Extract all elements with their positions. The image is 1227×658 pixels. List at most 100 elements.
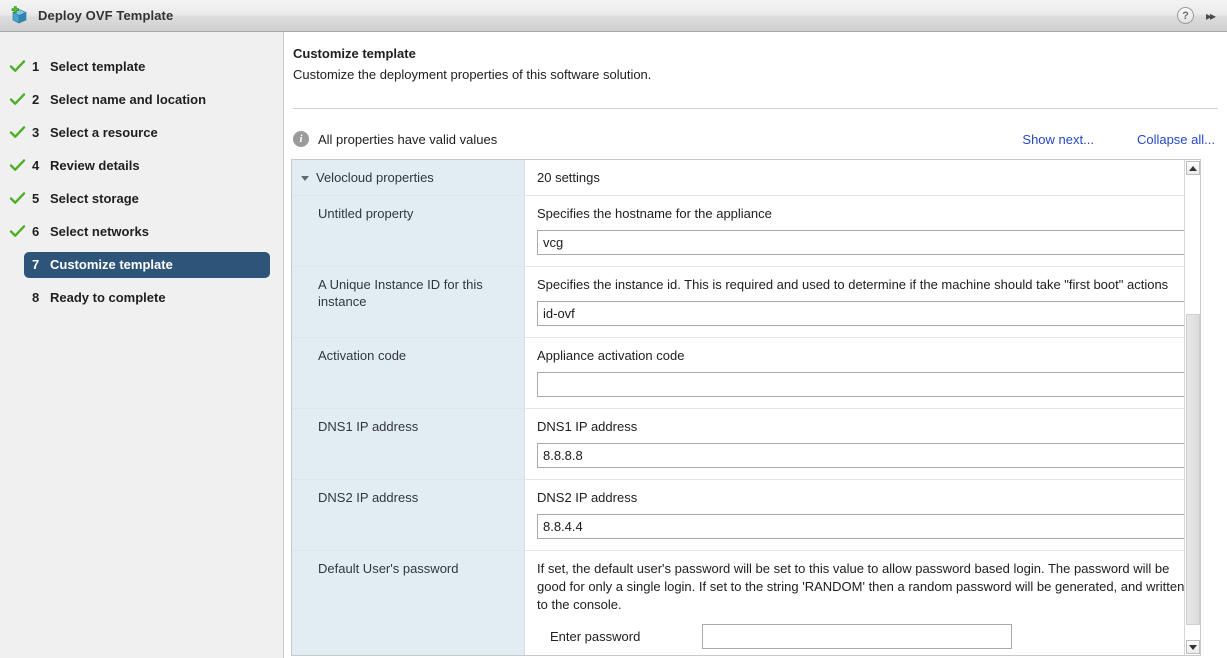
property-group-row: Velocloud properties 20 settings xyxy=(292,160,1200,196)
deploy-ovf-template-window: Deploy OVF Template ? ▸▸ 1 Select templat… xyxy=(0,0,1227,658)
sidebar-step-5[interactable]: 5 Select storage xyxy=(0,182,283,215)
property-description: DNS2 IP address xyxy=(537,489,1188,507)
property-name: Untitled property xyxy=(318,206,413,221)
check-icon xyxy=(9,223,26,240)
page-subtitle: Customize the deployment properties of t… xyxy=(293,67,1227,82)
collapse-all-link[interactable]: Collapse all... xyxy=(1137,132,1215,147)
sidebar-step-number: 7 xyxy=(32,257,46,272)
property-value-cell: Specifies the hostname for the appliance xyxy=(525,196,1200,266)
sidebar-step-number: 5 xyxy=(32,191,46,206)
property-value-input[interactable] xyxy=(537,443,1188,468)
property-value-input[interactable] xyxy=(537,230,1188,255)
show-next-link[interactable]: Show next... xyxy=(1022,132,1094,147)
sidebar-step-number: 2 xyxy=(32,92,46,107)
check-icon xyxy=(9,58,26,75)
status-message: All properties have valid values xyxy=(318,132,497,147)
sidebar-step-pill[interactable]: 3 Select a resource xyxy=(24,120,270,146)
main-panel: Customize template Customize the deploym… xyxy=(285,32,1227,658)
title-bar: Deploy OVF Template ? ▸▸ xyxy=(0,0,1227,32)
sidebar-step-pill[interactable]: 2 Select name and location xyxy=(24,87,270,113)
sidebar-step-3[interactable]: 3 Select a resource xyxy=(0,116,283,149)
property-value-input[interactable] xyxy=(537,514,1188,539)
sidebar-step-8[interactable]: 8Ready to complete xyxy=(0,281,283,314)
property-name: Default User's password xyxy=(318,561,458,576)
panel-header: Customize template Customize the deploym… xyxy=(285,32,1227,82)
chevron-down-icon xyxy=(1189,645,1197,650)
property-group-count-cell: 20 settings xyxy=(525,160,1200,195)
password-field-label: Enter password xyxy=(550,629,702,644)
ovf-cube-icon xyxy=(9,5,31,27)
property-name-cell: Default User's password xyxy=(292,551,525,656)
property-row: Activation code Appliance activation code xyxy=(292,338,1200,409)
sidebar-step-pill[interactable]: 6 Select networks xyxy=(24,219,270,245)
sidebar-step-pill[interactable]: 8Ready to complete xyxy=(24,285,270,311)
sidebar-step-2[interactable]: 2 Select name and location xyxy=(0,83,283,116)
property-value-cell: Appliance activation code xyxy=(525,338,1200,408)
sidebar-step-pill[interactable]: 5 Select storage xyxy=(24,186,270,212)
sidebar-step-label: Review details xyxy=(50,158,140,173)
sidebar-step-1[interactable]: 1 Select template xyxy=(0,50,283,83)
property-name: A Unique Instance ID for this instance xyxy=(318,277,483,309)
info-icon: i xyxy=(293,131,309,147)
property-group-name: Velocloud properties xyxy=(316,169,434,186)
page-title: Customize template xyxy=(293,46,1227,61)
property-row: DNS1 IP address DNS1 IP address xyxy=(292,409,1200,480)
property-description: Specifies the instance id. This is requi… xyxy=(537,276,1188,294)
help-icon[interactable]: ? xyxy=(1177,7,1194,24)
property-name-cell: Untitled property xyxy=(292,196,525,266)
property-value-cell: DNS2 IP address xyxy=(525,480,1200,550)
property-name-cell: A Unique Instance ID for this instance xyxy=(292,267,525,337)
scroll-down-button[interactable] xyxy=(1186,640,1200,654)
chevron-down-icon[interactable] xyxy=(301,176,309,181)
check-icon xyxy=(9,190,26,207)
sidebar-step-label: Select networks xyxy=(50,224,149,239)
title-bar-controls: ? ▸▸ xyxy=(1177,7,1217,24)
property-value-cell: If set, the default user's password will… xyxy=(525,551,1200,656)
properties-table: Velocloud properties 20 settings Untitled … xyxy=(291,159,1201,656)
property-description: Specifies the hostname for the appliance xyxy=(537,205,1188,223)
password-input[interactable] xyxy=(702,624,1012,649)
sidebar-step-number: 4 xyxy=(32,158,46,173)
properties-scrollbar[interactable] xyxy=(1184,160,1200,655)
sidebar-step-pill[interactable]: 7 Customize template xyxy=(24,252,270,278)
property-value-cell: DNS1 IP address xyxy=(525,409,1200,479)
sidebar-step-number: 8 xyxy=(32,290,46,305)
sidebar-step-6[interactable]: 6 Select networks xyxy=(0,215,283,248)
scroll-up-button[interactable] xyxy=(1186,161,1200,175)
property-name-cell: DNS1 IP address xyxy=(292,409,525,479)
sidebar-step-label: Select name and location xyxy=(50,92,206,107)
property-description: DNS1 IP address xyxy=(537,418,1188,436)
property-value-cell: Specifies the instance id. This is requi… xyxy=(525,267,1200,337)
sidebar-step-label: Select a resource xyxy=(50,125,158,140)
property-row: Untitled property Specifies the hostname … xyxy=(292,196,1200,267)
expand-collapse-icon[interactable]: ▸▸ xyxy=(1206,9,1217,23)
check-icon xyxy=(9,124,26,141)
header-divider xyxy=(293,108,1218,109)
property-name-cell: Activation code xyxy=(292,338,525,408)
wizard-steps-sidebar: 1 Select template 2 Select name and locatio… xyxy=(0,32,284,658)
property-description: Appliance activation code xyxy=(537,347,1188,365)
property-name: Activation code xyxy=(318,348,406,363)
window-title: Deploy OVF Template xyxy=(38,8,173,23)
property-value-input[interactable] xyxy=(537,301,1188,326)
sidebar-step-pill[interactable]: 1 Select template xyxy=(24,54,270,80)
property-name-cell: DNS2 IP address xyxy=(292,480,525,550)
sidebar-step-7[interactable]: 7 Customize template xyxy=(0,248,283,281)
sidebar-step-label: Customize template xyxy=(50,257,173,272)
sidebar-step-label: Select template xyxy=(50,59,145,74)
check-icon xyxy=(9,157,26,174)
settings-count: 20 settings xyxy=(537,170,600,185)
scrollbar-thumb[interactable] xyxy=(1186,314,1200,625)
status-links: Show next... Collapse all... xyxy=(1022,132,1218,147)
property-row: DNS2 IP address DNS2 IP address xyxy=(292,480,1200,551)
sidebar-step-label: Select storage xyxy=(50,191,139,206)
sidebar-step-number: 6 xyxy=(32,224,46,239)
sidebar-step-pill[interactable]: 4 Review details xyxy=(24,153,270,179)
property-group-name-cell: Velocloud properties xyxy=(292,160,525,195)
sidebar-step-number: 1 xyxy=(32,59,46,74)
property-row: Default User's password If set, the defau… xyxy=(292,551,1200,656)
status-bar: i All properties have valid values Show … xyxy=(293,124,1218,154)
sidebar-step-number: 3 xyxy=(32,125,46,140)
sidebar-step-4[interactable]: 4 Review details xyxy=(0,149,283,182)
property-value-input[interactable] xyxy=(537,372,1188,397)
